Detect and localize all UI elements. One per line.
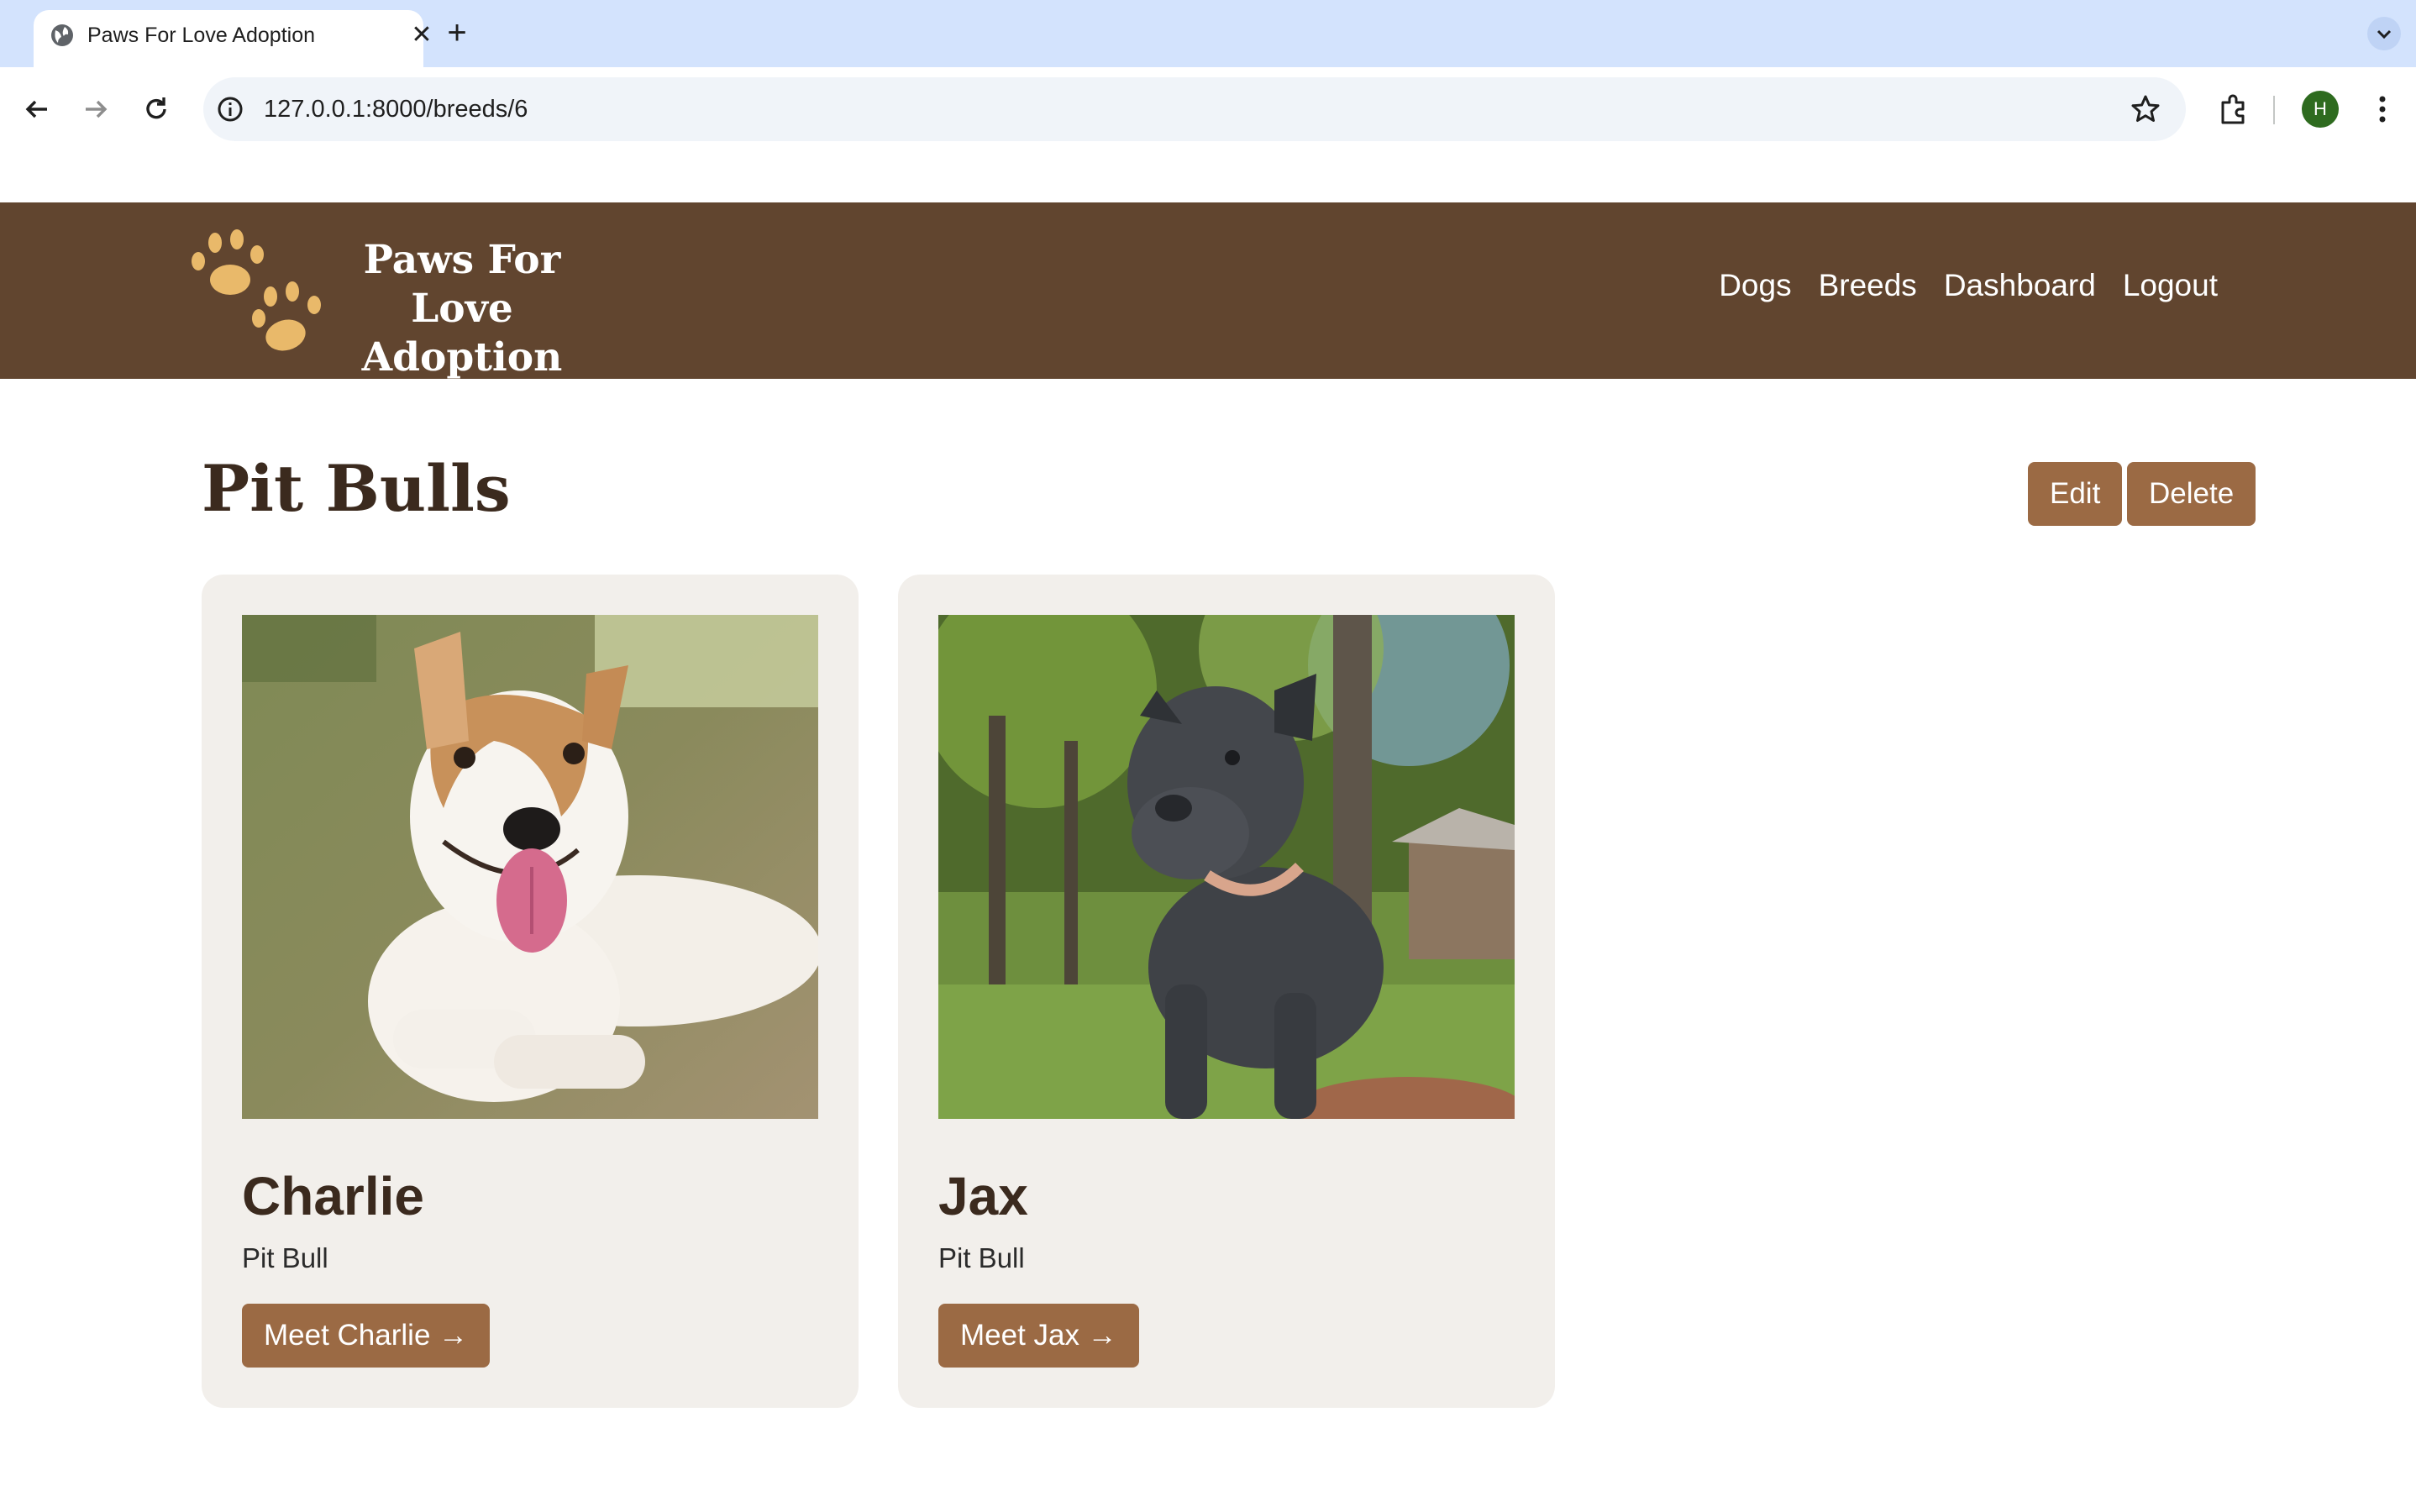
- arrow-left-icon: [25, 100, 47, 118]
- new-tab-icon[interactable]: +: [440, 16, 474, 50]
- chevron-down-icon: [2377, 29, 2392, 39]
- browser-tabstrip: Paws For Love Adoption ✕ +: [0, 0, 2416, 67]
- browser-tab[interactable]: Paws For Love Adoption ✕: [34, 10, 433, 67]
- close-tab-icon[interactable]: ✕: [408, 22, 435, 49]
- main-nav: Dogs Breeds Dashboard Logout: [1719, 266, 2218, 305]
- url-text[interactable]: 127.0.0.1:8000/breeds/6: [264, 94, 528, 124]
- dog-card: Charlie Pit Bull Meet Charlie →: [202, 575, 859, 1408]
- logo-line-1: Paws For Love: [363, 237, 561, 332]
- globe-icon: [51, 24, 73, 46]
- logo-line-2: Adoption: [361, 334, 563, 381]
- edit-button[interactable]: Edit: [2028, 462, 2123, 526]
- dog-photo: [938, 615, 1515, 1119]
- meet-dog-button[interactable]: Meet Jax →: [938, 1304, 1139, 1368]
- tab-title: Paws For Love Adoption: [87, 24, 315, 47]
- browser-toolbar: 127.0.0.1:8000/breeds/6 H: [0, 67, 2416, 202]
- delete-button[interactable]: Delete: [2127, 462, 2256, 526]
- nav-link-logout[interactable]: Logout: [2123, 266, 2218, 305]
- dog-name: Jax: [938, 1166, 1028, 1226]
- dog-breed: Pit Bull: [242, 1242, 328, 1273]
- reload-button[interactable]: [136, 89, 176, 129]
- paw-logo-icon[interactable]: [186, 228, 331, 355]
- nav-link-dogs[interactable]: Dogs: [1719, 266, 1791, 305]
- dog-breed: Pit Bull: [938, 1242, 1025, 1273]
- extensions-icon[interactable]: [2214, 89, 2255, 129]
- forward-button[interactable]: [76, 89, 116, 129]
- bookmark-star-icon[interactable]: [2129, 92, 2162, 126]
- nav-link-breeds[interactable]: Breeds: [1819, 266, 1917, 305]
- profile-avatar[interactable]: H: [2302, 91, 2339, 128]
- back-button[interactable]: [17, 89, 57, 129]
- dog-card: Jax Pit Bull Meet Jax →: [898, 575, 1555, 1408]
- site-logo-text[interactable]: Paws For Love Adoption: [319, 236, 605, 382]
- dog-photo-image: [242, 615, 818, 1119]
- info-icon[interactable]: [215, 94, 245, 124]
- nav-link-dashboard[interactable]: Dashboard: [1944, 266, 2096, 305]
- meet-dog-button[interactable]: Meet Charlie →: [242, 1304, 491, 1368]
- page-title: Pit Bulls: [202, 451, 511, 526]
- site-header: Paws For Love Adoption Dogs Breeds Dashb…: [0, 202, 2416, 382]
- toolbar-divider: [2273, 96, 2275, 124]
- address-bar[interactable]: 127.0.0.1:8000/breeds/6: [203, 77, 2186, 141]
- tab-search-button[interactable]: [2367, 17, 2401, 50]
- dog-photo: [242, 615, 818, 1119]
- reload-icon: [146, 97, 166, 119]
- arrow-right-icon: [86, 100, 108, 118]
- more-menu-icon[interactable]: [2366, 89, 2399, 129]
- dog-name: Charlie: [242, 1166, 424, 1226]
- dog-photo-image: [938, 615, 1515, 1119]
